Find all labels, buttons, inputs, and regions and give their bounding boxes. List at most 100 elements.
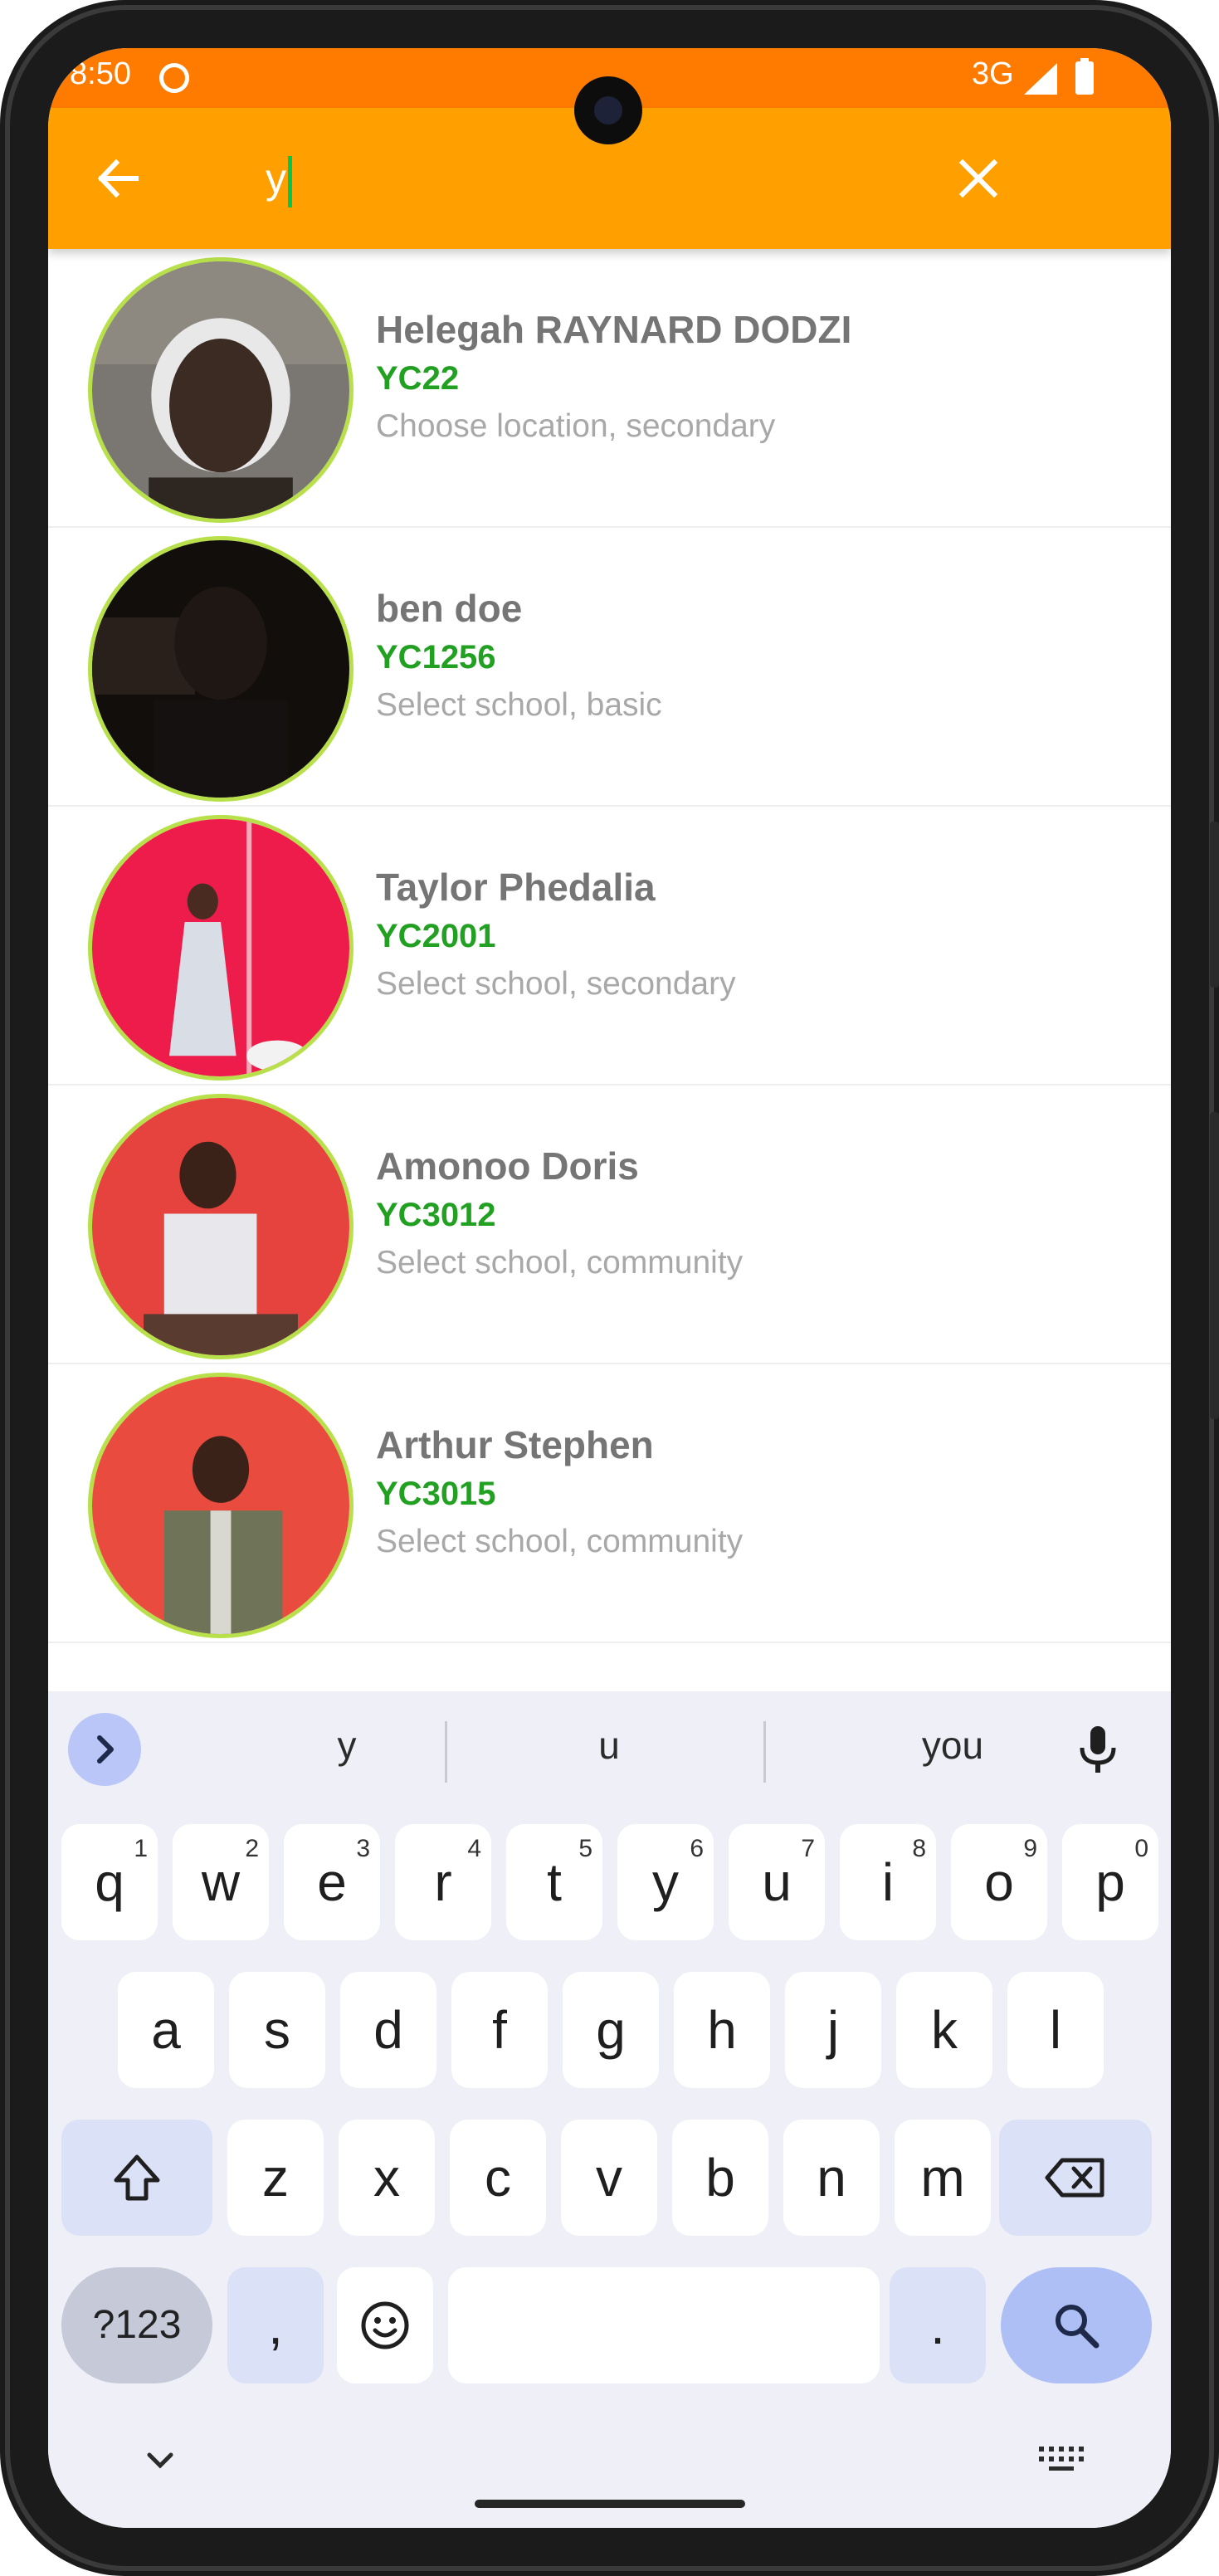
key-i[interactable]: i8 — [840, 1824, 936, 1940]
arrow-back-icon — [97, 159, 139, 198]
key-b[interactable]: b — [672, 2120, 768, 2236]
key-v[interactable]: v — [561, 2120, 657, 2236]
search-key[interactable] — [1001, 2267, 1152, 2383]
key-q[interactable]: q1 — [61, 1824, 158, 1940]
key-k[interactable]: k — [896, 1972, 992, 2088]
search-icon — [1056, 2305, 1100, 2349]
suggestion-3[interactable]: you — [795, 1723, 1110, 1768]
notification-app-icon — [159, 63, 189, 93]
text-cursor — [288, 155, 292, 207]
signal-icon — [1024, 63, 1057, 95]
contact-name: Helegah RAYNARD DODZI — [376, 308, 852, 351]
key-label: p — [1095, 1852, 1125, 1912]
backspace-key[interactable] — [999, 2120, 1152, 2236]
key-u[interactable]: u7 — [729, 1824, 825, 1940]
contact-list[interactable]: Helegah RAYNARD DODZI YC22 Choose locati… — [48, 249, 1171, 1743]
space-key[interactable] — [448, 2267, 880, 2383]
symbols-key[interactable]: ?123 — [61, 2267, 212, 2383]
key-z[interactable]: z — [227, 2120, 324, 2236]
key-w[interactable]: w2 — [173, 1824, 269, 1940]
clear-search-button[interactable] — [943, 143, 1014, 214]
avatar — [88, 536, 354, 802]
home-gesture-bar[interactable] — [475, 2500, 745, 2508]
contact-code: YC1256 — [376, 639, 496, 676]
contact-code: YC3015 — [376, 1476, 496, 1512]
list-item[interactable]: ben doe YC1256 Select school, basic — [48, 528, 1171, 807]
backspace-icon — [1045, 2158, 1104, 2198]
contact-name: Taylor Phedalia — [376, 866, 656, 909]
key-hint: 3 — [356, 1835, 370, 1862]
list-item[interactable]: Arthur Stephen YC3015 Select school, com… — [48, 1364, 1171, 1643]
contact-code: YC22 — [376, 360, 460, 397]
comma-key[interactable]: , — [227, 2267, 324, 2383]
key-hint: 2 — [245, 1835, 259, 1862]
key-t[interactable]: t5 — [506, 1824, 602, 1940]
key-label: r — [434, 1852, 452, 1912]
key-l[interactable]: l — [1007, 1972, 1104, 2088]
list-item[interactable]: Taylor Phedalia YC2001 Select school, se… — [48, 807, 1171, 1086]
contact-detail: Select school, community — [376, 1524, 744, 1559]
list-item[interactable]: Helegah RAYNARD DODZI YC22 Choose locati… — [48, 249, 1171, 528]
key-label: i — [881, 1852, 895, 1912]
list-item[interactable]: Amonoo Doris YC3012 Select school, commu… — [48, 1086, 1171, 1364]
key-label: u — [762, 1852, 792, 1912]
key-g[interactable]: g — [563, 1972, 659, 2088]
emoji-icon — [361, 2301, 409, 2349]
key-hint: 8 — [912, 1835, 926, 1862]
key-label: t — [547, 1852, 562, 1912]
key-e[interactable]: e3 — [284, 1824, 380, 1940]
key-j[interactable]: j — [785, 1972, 881, 2088]
period-key[interactable]: . — [890, 2267, 986, 2383]
status-time: 8:50 — [70, 56, 131, 91]
key-a[interactable]: a — [118, 1972, 214, 2088]
screen: 8:50 3G y Helegah RAYNARD DODZI YC22 Cho… — [48, 48, 1171, 2528]
volume-button — [1210, 822, 1219, 988]
key-hint: 0 — [1134, 1835, 1148, 1862]
key-m[interactable]: m — [895, 2120, 991, 2236]
chevron-right-icon — [97, 1735, 114, 1764]
key-s[interactable]: s — [229, 1972, 325, 2088]
key-hint: 5 — [578, 1835, 592, 1862]
search-query-text: y — [266, 155, 286, 202]
key-o[interactable]: o9 — [951, 1824, 1047, 1940]
voice-input-button[interactable] — [1069, 1720, 1127, 1778]
key-d[interactable]: d — [340, 1972, 436, 2088]
search-input[interactable]: y — [266, 141, 929, 216]
key-hint: 1 — [134, 1835, 148, 1862]
key-n[interactable]: n — [783, 2120, 880, 2236]
battery-icon — [1075, 58, 1094, 95]
key-r[interactable]: r4 — [395, 1824, 491, 1940]
key-h[interactable]: h — [674, 1972, 770, 2088]
contact-detail: Choose location, secondary — [376, 408, 776, 444]
contact-name: Amonoo Doris — [376, 1144, 639, 1188]
shift-icon — [114, 2154, 160, 2201]
shift-key[interactable] — [61, 2120, 212, 2236]
power-button — [1210, 1112, 1219, 1419]
key-x[interactable]: x — [339, 2120, 435, 2236]
microphone-icon — [1080, 1726, 1116, 1773]
contact-name: Arthur Stephen — [376, 1423, 654, 1466]
contact-name: ben doe — [376, 587, 523, 630]
suggestion-divider — [763, 1721, 766, 1783]
front-camera — [574, 76, 642, 144]
key-c[interactable]: c — [450, 2120, 546, 2236]
emoji-key[interactable] — [337, 2267, 433, 2383]
contact-code: YC3012 — [376, 1197, 496, 1233]
suggestion-2[interactable]: u — [451, 1723, 767, 1768]
back-button[interactable] — [81, 143, 153, 214]
toolbar-expand-button[interactable] — [68, 1713, 141, 1786]
key-label: y — [652, 1852, 679, 1912]
soft-keyboard: y u you q1w2e3r4t5y6u7i8o9p0 asdfghjkl z… — [48, 1691, 1171, 2528]
suggestion-strip: y u you — [48, 1691, 1171, 1799]
suggestion-divider — [445, 1721, 447, 1783]
network-type: 3G — [972, 56, 1014, 91]
hide-keyboard-icon[interactable] — [138, 2443, 183, 2476]
phone-frame: 8:50 3G y Helegah RAYNARD DODZI YC22 Cho… — [0, 0, 1219, 2576]
key-p[interactable]: p0 — [1062, 1824, 1158, 1940]
key-hint: 4 — [467, 1835, 481, 1862]
keyboard-switch-icon[interactable] — [1036, 2443, 1085, 2473]
key-y[interactable]: y6 — [617, 1824, 714, 1940]
close-icon — [958, 159, 998, 198]
avatar — [88, 257, 354, 523]
key-f[interactable]: f — [451, 1972, 548, 2088]
